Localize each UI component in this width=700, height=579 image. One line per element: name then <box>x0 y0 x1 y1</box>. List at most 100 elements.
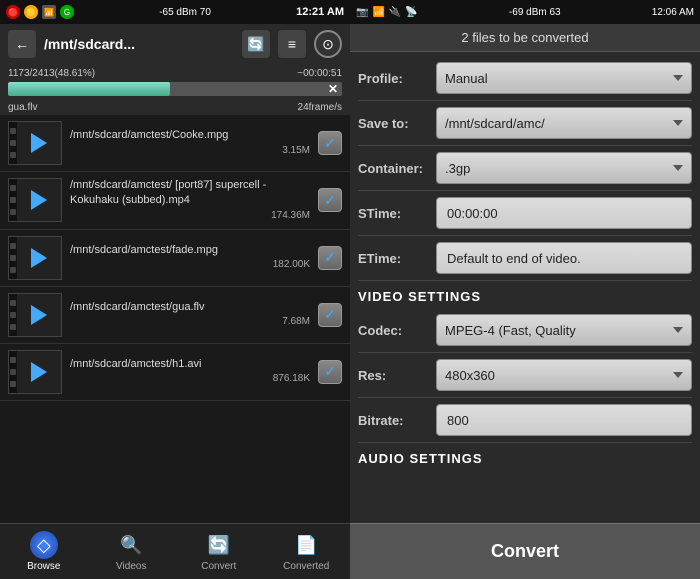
list-item[interactable]: /mnt/sdcard/amctest/h1.avi 876.18K ✓ <box>0 344 350 401</box>
current-filename: gua.flv <box>8 102 37 113</box>
file-thumb-4 <box>8 293 62 337</box>
bottom-nav: ◇ Browse 🔍 Videos 🔄 Convert 📄 Converted <box>0 523 350 579</box>
progress-area: 1173/2413(48.61%) ~00:00:51 ✕ <box>0 64 350 100</box>
checkbox-2[interactable]: ✓ <box>318 188 342 212</box>
bitrate-input[interactable]: 800 <box>436 404 692 436</box>
status-bar-left: 🔴 🟡 📶 G -65 dBm 70 12:21 AM <box>0 0 350 24</box>
stime-input[interactable]: 00:00:00 <box>436 197 692 229</box>
saveto-arrow <box>673 120 683 126</box>
bitrate-row: Bitrate: 800 <box>358 398 692 443</box>
play-icon-4 <box>31 305 47 325</box>
saveto-value: /mnt/sdcard/amc/ <box>445 116 545 131</box>
path-label: /mnt/sdcard... <box>44 36 234 52</box>
nav-videos[interactable]: 🔍 Videos <box>88 524 176 579</box>
converted-icon: 📄 <box>292 531 320 559</box>
play-icon-2 <box>31 190 47 210</box>
file-thumb-5 <box>8 350 62 394</box>
res-arrow <box>673 372 683 378</box>
file-path-4: /mnt/sdcard/amctest/gua.flv 7.68M <box>70 300 310 329</box>
codec-control: MPEG-4 (Fast, Quality <box>436 314 692 346</box>
status-signal-left: -65 dBm 70 <box>159 7 211 18</box>
file-thumb-1 <box>8 121 62 165</box>
play-icon-1 <box>31 133 47 153</box>
codec-value: MPEG-4 (Fast, Quality <box>445 323 576 338</box>
etime-input[interactable]: Default to end of video. <box>436 242 692 274</box>
progress-close[interactable]: ✕ <box>328 82 338 96</box>
status-icon-4: G <box>60 5 74 19</box>
nav-convert[interactable]: 🔄 Convert <box>175 524 263 579</box>
profile-control: Manual <box>436 62 692 94</box>
menu-button[interactable]: ≡ <box>278 30 306 58</box>
status-time-right: 12:06 AM <box>652 7 694 18</box>
right-panel: 📷 📶 🔌 📡 -69 dBm 63 12:06 AM 2 files to b… <box>350 0 700 579</box>
nav-browse-label: Browse <box>27 561 60 572</box>
codec-dropdown[interactable]: MPEG-4 (Fast, Quality <box>436 314 692 346</box>
checkbox-5[interactable]: ✓ <box>318 360 342 384</box>
nav-converted-label: Converted <box>283 561 329 572</box>
res-value: 480x360 <box>445 368 495 383</box>
stime-value: 00:00:00 <box>447 206 498 221</box>
progress-right-text: ~00:00:51 <box>297 68 342 79</box>
status-icons-right: 📷 📶 🔌 📡 <box>356 7 418 18</box>
nav-browse[interactable]: ◇ Browse <box>0 524 88 579</box>
codec-label: Codec: <box>358 323 428 338</box>
progress-track: ✕ <box>8 82 342 96</box>
container-dropdown[interactable]: .3gp <box>436 152 692 184</box>
file-path-5: /mnt/sdcard/amctest/h1.avi 876.18K <box>70 357 310 386</box>
profile-value: Manual <box>445 71 488 86</box>
r-icon-2: 📶 <box>372 7 384 18</box>
bitrate-value: 800 <box>447 413 469 428</box>
back-button[interactable]: ← <box>8 30 36 58</box>
profile-label: Profile: <box>358 71 428 86</box>
status-icon-3: 📶 <box>42 5 56 19</box>
profile-dropdown[interactable]: Manual <box>436 62 692 94</box>
status-icon-1: 🔴 <box>6 5 20 19</box>
container-label: Container: <box>358 161 428 176</box>
checkbox-1[interactable]: ✓ <box>318 131 342 155</box>
files-count: 2 files to be converted <box>461 30 588 45</box>
nav-convert-label: Convert <box>201 561 236 572</box>
play-icon-5 <box>31 362 47 382</box>
nav-videos-label: Videos <box>116 561 146 572</box>
convert-button[interactable]: Convert <box>350 523 700 579</box>
sub-info: gua.flv 24frame/s <box>0 100 350 115</box>
etime-control: Default to end of video. <box>436 242 692 274</box>
status-bar-right: 📷 📶 🔌 📡 -69 dBm 63 12:06 AM <box>350 0 700 24</box>
list-item[interactable]: /mnt/sdcard/amctest/ [port87] supercell … <box>0 172 350 230</box>
stime-control: 00:00:00 <box>436 197 692 229</box>
file-size-5: 876.18K <box>70 372 310 386</box>
left-panel: 🔴 🟡 📶 G -65 dBm 70 12:21 AM ← /mnt/sdcar… <box>0 0 350 579</box>
browse-icon: ◇ <box>30 531 58 559</box>
list-item[interactable]: /mnt/sdcard/amctest/fade.mpg 182.00K ✓ <box>0 230 350 287</box>
status-signal-right: -69 dBm 63 <box>509 7 561 18</box>
file-path-1: /mnt/sdcard/amctest/Cooke.mpg 3.15M <box>70 128 310 157</box>
saveto-label: Save to: <box>358 116 428 131</box>
progress-fill <box>8 82 170 96</box>
list-item[interactable]: /mnt/sdcard/amctest/gua.flv 7.68M ✓ <box>0 287 350 344</box>
res-control: 480x360 <box>436 359 692 391</box>
res-dropdown[interactable]: 480x360 <box>436 359 692 391</box>
file-size-2: 174.36M <box>70 209 310 223</box>
container-arrow <box>673 165 683 171</box>
saveto-control: /mnt/sdcard/amc/ <box>436 107 692 139</box>
checkbox-4[interactable]: ✓ <box>318 303 342 327</box>
file-size-4: 7.68M <box>70 315 310 329</box>
checkbox-3[interactable]: ✓ <box>318 246 342 270</box>
refresh-button[interactable]: 🔄 <box>242 30 270 58</box>
saveto-dropdown[interactable]: /mnt/sdcard/amc/ <box>436 107 692 139</box>
list-item[interactable]: /mnt/sdcard/amctest/Cooke.mpg 3.15M ✓ <box>0 115 350 172</box>
bitrate-label: Bitrate: <box>358 413 428 428</box>
play-icon-3 <box>31 248 47 268</box>
nav-converted[interactable]: 📄 Converted <box>263 524 351 579</box>
settings-button[interactable]: ⊙ <box>314 30 342 58</box>
codec-row: Codec: MPEG-4 (Fast, Quality <box>358 308 692 353</box>
etime-label: ETime: <box>358 251 428 266</box>
file-thumb-2 <box>8 178 62 222</box>
convert-button-label: Convert <box>491 541 559 562</box>
video-section-header: VIDEO SETTINGS <box>358 281 692 308</box>
status-time-left: 12:21 AM <box>296 6 344 18</box>
container-control: .3gp <box>436 152 692 184</box>
progress-top: 1173/2413(48.61%) ~00:00:51 <box>8 68 342 79</box>
status-icon-2: 🟡 <box>24 5 38 19</box>
settings-area: Profile: Manual Save to: /mnt/sdcard/amc… <box>350 52 700 523</box>
